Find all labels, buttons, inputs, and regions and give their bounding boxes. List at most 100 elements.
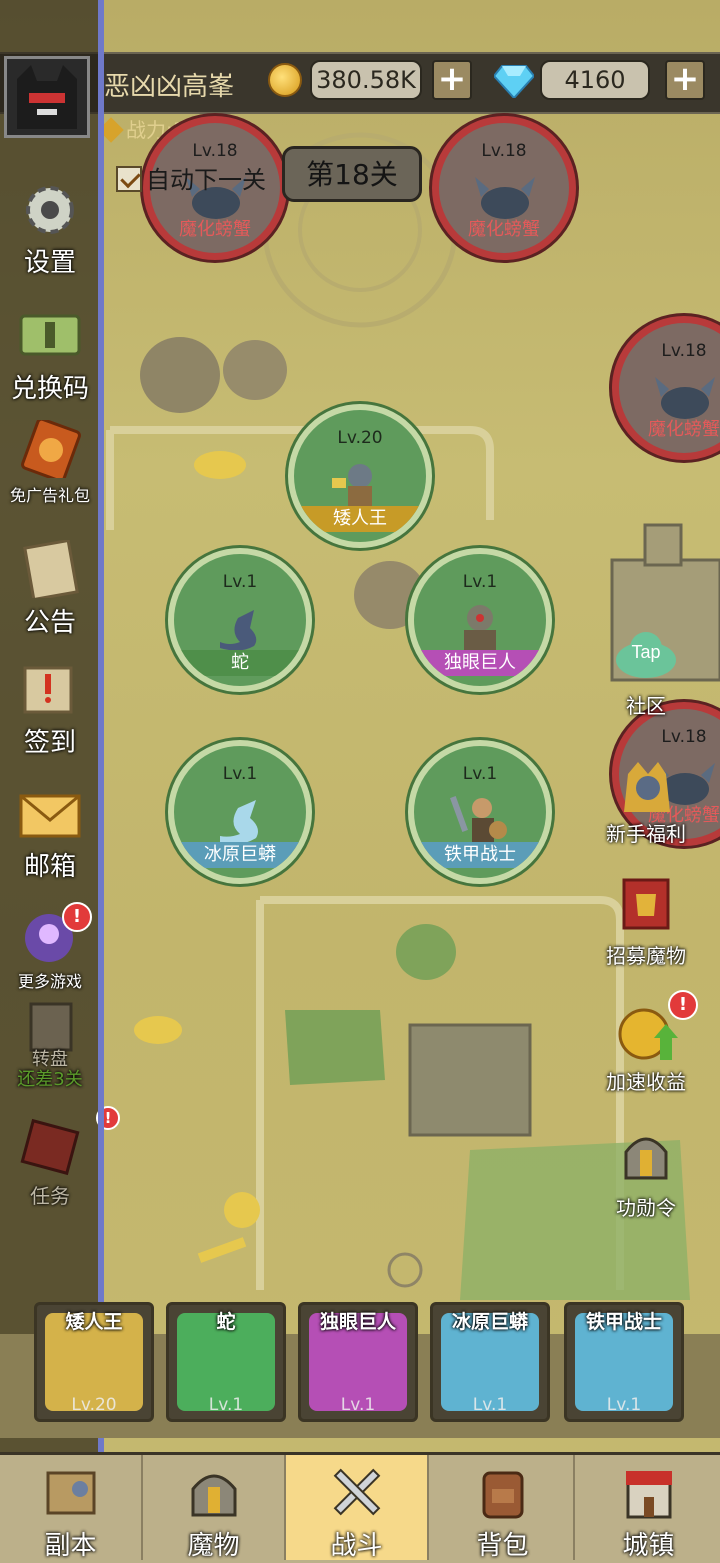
scroll-icon xyxy=(23,666,73,714)
map-scroll-icon xyxy=(46,1471,95,1515)
monster-level: Lv.18 xyxy=(661,341,707,361)
player-avatar[interactable] xyxy=(4,56,90,138)
no-ads-card-icon xyxy=(21,417,81,483)
team-card-level: Lv.1 xyxy=(606,1395,642,1415)
diamond-icon xyxy=(494,65,534,98)
monster-name: 魔化螃蟹 xyxy=(648,419,720,440)
notice-label: 公告 xyxy=(23,608,76,638)
tap-label: Tap xyxy=(631,642,660,662)
tab-town[interactable]: 城镇 xyxy=(577,1455,720,1561)
stage-name: 恶凶凶高峯 xyxy=(104,72,235,102)
tap-cloud-icon: Tap xyxy=(616,632,676,678)
tab-bag-label: 背包 xyxy=(476,1531,529,1561)
banner-helmet-icon xyxy=(622,878,670,930)
team-card-name: 蛇 xyxy=(216,1311,236,1333)
redeem-code-button[interactable]: 兑换码 xyxy=(0,306,100,405)
redeem-code-label: 兑换码 xyxy=(10,374,89,404)
monster-level: Lv.18 xyxy=(661,727,707,747)
current-level-button[interactable]: 第18关 xyxy=(282,146,422,202)
auto-next-toggle[interactable]: 自动下一关 xyxy=(116,160,266,195)
team-card-level: Lv.1 xyxy=(208,1395,244,1415)
team-card-level: Lv.1 xyxy=(340,1395,376,1415)
team-card[interactable]: 矮人王 Lv.20 xyxy=(34,1302,154,1422)
notice-button[interactable]: 公告 xyxy=(0,538,100,639)
signin-button[interactable]: 签到 xyxy=(0,660,100,759)
paper-icon xyxy=(23,538,79,602)
enemy-crab-2[interactable]: Lv.18 魔化螃蟹 xyxy=(432,116,576,260)
recruit-monster-button[interactable]: 招募魔物 xyxy=(596,876,696,969)
tasks-button[interactable]: 任务 xyxy=(0,1118,100,1209)
team-card-name: 矮人王 xyxy=(65,1311,123,1333)
monster-level: Lv.20 xyxy=(337,428,383,448)
tab-battle[interactable]: 战斗 xyxy=(286,1455,429,1561)
settings-button[interactable]: 设置 xyxy=(0,180,100,279)
settings-label: 设置 xyxy=(23,248,76,278)
monster-name: 魔化螃蟹 xyxy=(179,219,251,240)
building-icon xyxy=(625,1471,672,1519)
recruit-monster-label: 招募魔物 xyxy=(606,944,686,968)
gem-amount: 4160 xyxy=(540,60,650,100)
monster-level: Lv.18 xyxy=(481,141,527,161)
tab-battle-label: 战斗 xyxy=(330,1531,383,1561)
monster-snake[interactable]: Lv.1 蛇 xyxy=(168,548,312,692)
newbie-welfare-label: 新手福利 xyxy=(606,822,686,846)
backpack-icon xyxy=(482,1471,523,1519)
community-label: 社区 xyxy=(626,694,666,718)
helmet-icon xyxy=(624,1137,668,1180)
monster-iron-warrior[interactable]: Lv.1 铁甲战士 xyxy=(408,740,552,884)
gear-icon xyxy=(26,186,74,234)
envelope-icon xyxy=(19,794,81,838)
team-card-name: 铁甲战士 xyxy=(585,1311,662,1333)
wheel-button[interactable]: 转盘 还差3关 xyxy=(0,1000,100,1090)
add-gem-button[interactable]: + xyxy=(665,60,705,100)
monster-frost-python[interactable]: Lv.1 冰原巨蟒 xyxy=(168,740,312,884)
helmet-icon xyxy=(191,1474,236,1517)
cyclops-icon xyxy=(464,605,496,656)
monster-name: 冰原巨蟒 xyxy=(174,842,306,868)
mail-button[interactable]: 邮箱 xyxy=(0,784,100,883)
monster-level: Lv.1 xyxy=(222,572,258,592)
gold-coin-icon xyxy=(268,63,302,97)
ticket-icon xyxy=(19,314,81,356)
add-gold-button[interactable]: + xyxy=(432,60,472,100)
merit-order-label: 功勋令 xyxy=(616,1196,676,1220)
iron-warrior-icon xyxy=(450,796,507,844)
team-card[interactable]: 蛇 Lv.1 xyxy=(166,1302,286,1422)
tab-dungeon-label: 副本 xyxy=(44,1531,97,1561)
gold-amount: 380.58K xyxy=(310,60,422,100)
tab-monsters[interactable]: 魔物 xyxy=(143,1455,286,1561)
snake-icon xyxy=(220,610,257,651)
speed-income-alert-badge: ! xyxy=(668,990,698,1020)
tab-monsters-label: 魔物 xyxy=(187,1531,240,1561)
monster-cyclops[interactable]: Lv.1 独眼巨人 xyxy=(408,548,552,692)
team-card-name: 冰原巨蟒 xyxy=(451,1311,528,1333)
team-card[interactable]: 冰原巨蟒 Lv.1 xyxy=(430,1302,550,1422)
no-ads-pack-button[interactable]: 免广告礼包 xyxy=(0,417,100,506)
monster-name: 蛇 xyxy=(174,650,306,676)
monster-dwarf-king[interactable]: Lv.20 矮人王 xyxy=(288,404,432,548)
wheel-sub-label: 还差3关 xyxy=(17,1069,83,1090)
no-ads-pack-label: 免广告礼包 xyxy=(9,486,90,505)
newbie-welfare-button[interactable]: 新手福利 xyxy=(596,754,696,847)
monster-level: Lv.1 xyxy=(222,764,258,784)
crossed-swords-icon xyxy=(333,1468,380,1516)
tab-dungeon[interactable]: 副本 xyxy=(0,1455,143,1561)
frost-python-icon xyxy=(220,800,258,845)
team-card-level: Lv.1 xyxy=(472,1395,508,1415)
cat-avatar-icon xyxy=(17,65,77,129)
monster-name: 铁甲战士 xyxy=(414,842,546,868)
tab-bag[interactable]: 背包 xyxy=(432,1455,575,1561)
more-games-label: 更多游戏 xyxy=(17,972,82,991)
merit-order-button[interactable]: 功勋令 xyxy=(596,1128,696,1221)
book-icon xyxy=(20,1118,80,1176)
team-card-level: Lv.20 xyxy=(71,1395,117,1415)
community-button[interactable]: Tap 社区 xyxy=(596,626,696,719)
team-card[interactable]: 铁甲战士 Lv.1 xyxy=(564,1302,684,1422)
monster-name: 矮人王 xyxy=(294,506,426,532)
auto-next-checkbox[interactable] xyxy=(116,166,142,192)
speed-income-label: 加速收益 xyxy=(606,1070,686,1094)
more-games-alert-badge: ! xyxy=(62,902,92,932)
dwarf-king-icon xyxy=(332,464,372,510)
team-card[interactable]: 独眼巨人 Lv.1 xyxy=(298,1302,418,1422)
tasks-label: 任务 xyxy=(30,1184,70,1208)
